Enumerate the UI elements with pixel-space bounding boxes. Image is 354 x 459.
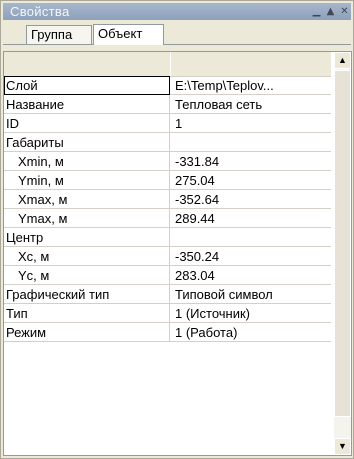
close-icon[interactable]: ✕ [339, 6, 350, 17]
property-row[interactable]: Название Тепловая сеть [4, 95, 331, 114]
property-value[interactable]: 275.04 [171, 171, 331, 190]
property-value[interactable]: Тепловая сеть [171, 95, 331, 114]
property-name: Xmax, м [4, 190, 170, 209]
window-title: Свойства [10, 4, 70, 19]
property-name: Режим [4, 323, 170, 342]
property-value[interactable]: E:\Temp\Teplov... [171, 76, 331, 95]
restore-icon[interactable]: ▲ [325, 6, 336, 17]
property-name: Yc, м [4, 266, 170, 285]
arrow-down-icon[interactable]: ▼ [334, 438, 351, 455]
property-value[interactable]: 1 (Источник) [171, 304, 331, 323]
property-value[interactable]: -352.64 [171, 190, 331, 209]
property-name: Xmin, м [4, 152, 170, 171]
property-name: Xc, м [4, 247, 170, 266]
property-value[interactable]: -350.24 [171, 247, 331, 266]
property-row[interactable]: Режим 1 (Работа) [4, 323, 331, 342]
grid-header [4, 52, 331, 77]
property-row[interactable]: Тип 1 (Источник) [4, 304, 331, 323]
vertical-scrollbar[interactable]: ▲ ▼ [334, 52, 351, 455]
property-value[interactable]: 1 [171, 114, 331, 133]
property-row[interactable]: Ymin, м 275.04 [4, 171, 331, 190]
tab-group[interactable]: Группа [26, 25, 92, 44]
property-row[interactable]: ID 1 [4, 114, 331, 133]
tab-strip: Группа Объект [3, 24, 351, 45]
property-value[interactable]: 289.44 [171, 209, 331, 228]
property-name: Название [4, 95, 170, 114]
property-name: Слой [4, 76, 170, 95]
property-value[interactable] [171, 133, 331, 152]
scroll-thumb[interactable] [334, 70, 351, 417]
property-row[interactable]: Xmin, м -331.84 [4, 152, 331, 171]
property-value[interactable]: 1 (Работа) [171, 323, 331, 342]
property-row[interactable]: Xmax, м -352.64 [4, 190, 331, 209]
property-name: Центр [4, 228, 170, 247]
property-name: ID [4, 114, 170, 133]
property-row[interactable]: Yc, м 283.04 [4, 266, 331, 285]
title-bar[interactable]: Свойства ▁ ▲ ✕ [3, 3, 351, 20]
property-row[interactable]: Ymax, м 289.44 [4, 209, 331, 228]
property-name: Ymin, м [4, 171, 170, 190]
properties-panel: Свойства ▁ ▲ ✕ Группа Объект Слой E:\Temp… [0, 0, 354, 459]
property-row[interactable]: Габариты [4, 133, 331, 152]
property-name: Ymax, м [4, 209, 170, 228]
property-name: Габариты [4, 133, 170, 152]
property-grid: Слой E:\Temp\Teplov... Название Тепловая се… [3, 51, 352, 456]
property-value[interactable]: 283.04 [171, 266, 331, 285]
tab-object[interactable]: Объект [93, 24, 164, 45]
property-value[interactable]: Типовой символ [171, 285, 331, 304]
property-row[interactable]: Xc, м -350.24 [4, 247, 331, 266]
property-row[interactable]: Графический тип Типовой символ [4, 285, 331, 304]
minimize-icon[interactable]: ▁ [311, 6, 322, 17]
property-row[interactable]: Центр [4, 228, 331, 247]
property-row[interactable]: Слой E:\Temp\Teplov... [4, 76, 331, 95]
property-value[interactable]: -331.84 [171, 152, 331, 171]
arrow-up-icon[interactable]: ▲ [334, 52, 351, 69]
property-value[interactable] [171, 228, 331, 247]
property-name: Графический тип [4, 285, 170, 304]
property-name: Тип [4, 304, 170, 323]
